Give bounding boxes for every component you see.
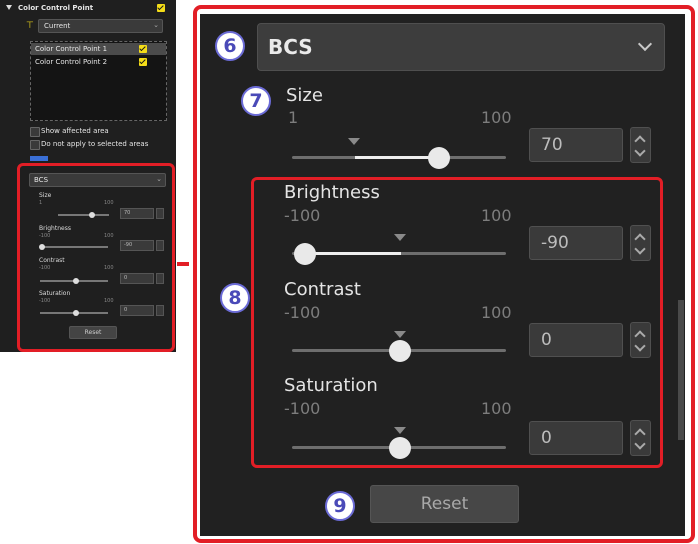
branch-select[interactable]: Current ⌄ [38,19,163,33]
do-not-apply-label: Do not apply to selected areas [41,140,149,148]
point-checkbox[interactable] [139,58,147,66]
show-affected-label: Show affected area [41,127,109,135]
branch-select-value: Current [44,22,71,30]
point-checkbox[interactable] [139,45,147,53]
callout-6: 6 [215,31,245,61]
highlight-frame-bcs-group [251,177,663,468]
color-swatch[interactable] [30,156,48,161]
callout-7: 7 [241,86,271,116]
connector-line [177,262,189,266]
branch-icon: ⊤ [26,21,34,31]
section-title: Color Control Point [18,4,94,12]
section-enable-checkbox[interactable] [157,4,165,12]
collapse-triangle-icon[interactable] [6,5,12,10]
point-list-item[interactable]: Color Control Point 1 [31,43,166,55]
show-affected-checkbox[interactable] [30,127,40,137]
point-list-item[interactable]: Color Control Point 2 [31,56,166,68]
highlight-frame-small [17,163,175,352]
callout-8: 8 [220,283,250,313]
point-list: Color Control Point 1 Color Control Poin… [30,41,167,121]
point-label: Color Control Point 1 [35,45,108,53]
do-not-apply-checkbox[interactable] [30,140,40,150]
chevron-down-icon: ⌄ [153,21,159,29]
point-label: Color Control Point 2 [35,58,108,66]
callout-9: 9 [325,491,355,521]
